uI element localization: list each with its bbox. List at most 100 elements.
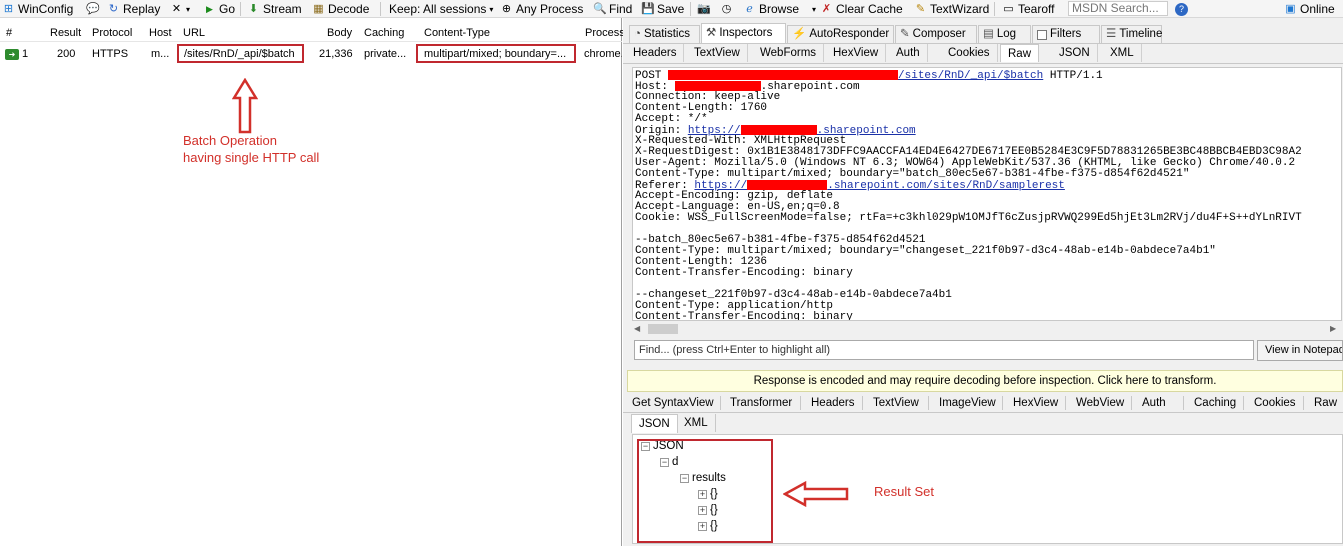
left-arrow-annotation	[783, 481, 849, 507]
result-set-annotation: Result Set	[874, 484, 934, 499]
online-status[interactable]: ▣ Online	[1284, 1, 1334, 17]
main-toolbar: ⊞ WinConfig 💬 ↻ Replay ✕ ▾ ▶ Go ⬇ Stream ▦ Dec…	[0, 0, 1343, 18]
up-arrow-annotation	[232, 78, 258, 134]
help-icon: ?	[1175, 2, 1188, 16]
binoculars-icon: 🔍	[593, 2, 607, 15]
tab-req-auth[interactable]: Auth	[889, 44, 928, 62]
replay-button[interactable]: ↻ Replay	[107, 1, 160, 17]
camera-icon: 📷	[697, 2, 711, 15]
decode-icon: ▦	[313, 2, 324, 15]
sessions-panel: # Result Protocol Host URL Body Caching …	[0, 18, 625, 546]
timeline-icon: ☰	[1106, 28, 1117, 40]
tab-resp-cookies[interactable]: Cookies	[1254, 396, 1296, 412]
raw-request-text[interactable]: POST /sites/RnD/_api/$batch HTTP/1.1 Hos…	[632, 67, 1342, 321]
tab-req-json[interactable]: JSON	[1052, 44, 1098, 62]
col-result[interactable]: Result	[50, 27, 81, 39]
tab-req-textview[interactable]: TextView	[687, 44, 748, 62]
col-host[interactable]: Host	[149, 27, 172, 39]
col-body[interactable]: Body	[327, 27, 352, 39]
composer-icon: ✎	[900, 28, 910, 40]
batch-annotation: Batch Operation having single HTTP call	[183, 133, 320, 165]
tab-log[interactable]: ▤ Log	[978, 25, 1031, 43]
tab-req-raw[interactable]: Raw	[1000, 44, 1040, 62]
find-button[interactable]: 🔍 Find	[593, 1, 632, 17]
chevron-down-icon: ▾	[812, 4, 817, 14]
clear-cache-button[interactable]: ✗ Clear Cache	[820, 1, 903, 17]
comment-button[interactable]: 💬	[86, 1, 100, 17]
tab-resp-caching[interactable]: Caching	[1194, 396, 1236, 412]
find-input[interactable]: Find... (press Ctrl+Enter to highlight a…	[634, 340, 1254, 360]
textwizard-icon: ✎	[915, 2, 926, 15]
raw-horizontal-scrollbar[interactable]: ◀ ▶	[632, 322, 1342, 336]
redacted-host	[740, 125, 817, 135]
tab-resp-json[interactable]: JSON	[631, 414, 678, 433]
tab-statistics[interactable]: ◔ Statistics	[629, 25, 700, 43]
tab-resp-imageview[interactable]: ImageView	[939, 396, 996, 412]
stream-icon: ⬇	[248, 2, 259, 15]
browse-button[interactable]: ℯ Browse ▾	[743, 1, 816, 17]
any-process-button[interactable]: ⊕ Any Process	[500, 1, 583, 17]
tab-resp-hexview[interactable]: HexView	[1013, 396, 1058, 412]
save-icon: 💾	[641, 2, 655, 15]
lightning-icon: ⚡	[792, 28, 807, 40]
url-highlight-box	[177, 44, 304, 63]
go-button[interactable]: ▶ Go	[203, 1, 235, 17]
view-in-notepad-button[interactable]: View in Notepad	[1257, 340, 1343, 361]
tab-req-webforms[interactable]: WebForms	[753, 44, 825, 62]
tab-composer[interactable]: ✎ Composer	[895, 25, 977, 43]
col-protocol[interactable]: Protocol	[92, 27, 132, 39]
decode-banner[interactable]: Response is encoded and may require deco…	[627, 370, 1343, 392]
tab-inspectors[interactable]: ⚒ Inspectors	[701, 23, 786, 43]
tab-resp-webview[interactable]: WebView	[1076, 396, 1124, 412]
tab-req-cookies[interactable]: Cookies	[941, 44, 998, 62]
winconfig-button[interactable]: ⊞ WinConfig	[2, 1, 73, 17]
tab-req-headers[interactable]: Headers	[626, 44, 685, 62]
tearoff-icon: ▭	[1003, 2, 1014, 15]
remove-button[interactable]: ✕ ▾	[170, 1, 190, 17]
timer-button[interactable]: ◷	[720, 1, 733, 17]
tab-resp-auth[interactable]: Auth	[1142, 396, 1166, 412]
tab-timeline[interactable]: ☰ Timeline	[1101, 25, 1162, 43]
sessions-header: # Result Protocol Host URL Body Caching …	[0, 24, 625, 42]
msdn-search-input[interactable]: MSDN Search...	[1068, 1, 1168, 16]
col-num[interactable]: #	[6, 27, 12, 39]
scroll-left-icon[interactable]: ◀	[634, 324, 640, 333]
tab-resp-raw[interactable]: Raw	[1314, 396, 1337, 412]
tab-resp-transformer[interactable]: Transformer	[730, 396, 792, 412]
tab-filters[interactable]: Filters	[1032, 25, 1100, 43]
decode-button[interactable]: ▦ Decode	[312, 1, 369, 17]
clear-cache-icon: ✗	[821, 2, 832, 15]
tearoff-button[interactable]: ▭ Tearoff	[1002, 1, 1054, 17]
scroll-thumb[interactable]	[648, 324, 678, 334]
inspector-icon: ⚒	[706, 27, 717, 39]
tab-resp-xml[interactable]: XML	[677, 414, 716, 432]
tab-resp-headers[interactable]: Headers	[811, 396, 854, 412]
play-icon: ▶	[206, 3, 213, 14]
crosshair-icon: ⊕	[501, 2, 512, 15]
tab-autoresponder[interactable]: ⚡ AutoResponder	[787, 25, 894, 43]
checkbox-icon	[1037, 29, 1047, 40]
redacted-host	[747, 180, 828, 190]
online-icon: ▣	[1285, 2, 1296, 15]
log-icon: ▤	[983, 28, 994, 40]
screenshot-button[interactable]: 📷	[697, 1, 711, 17]
help-button[interactable]: ?	[1175, 1, 1188, 17]
col-url[interactable]: URL	[183, 27, 205, 39]
col-process[interactable]: Process	[585, 27, 625, 39]
scroll-right-icon[interactable]: ▶	[1330, 324, 1336, 333]
col-caching[interactable]: Caching	[364, 27, 404, 39]
result-set-highlight-box	[637, 439, 773, 543]
textwizard-button[interactable]: ✎ TextWizard	[914, 1, 989, 17]
tab-req-hexview[interactable]: HexView	[826, 44, 887, 62]
tab-resp-syntaxview[interactable]: Get SyntaxView	[632, 396, 714, 412]
col-content-type[interactable]: Content-Type	[424, 27, 490, 39]
replay-icon: ↻	[108, 2, 119, 15]
chevron-down-icon: ▾	[186, 4, 191, 14]
keep-sessions-dropdown[interactable]: Keep: All sessions ▾	[389, 1, 493, 17]
tab-req-xml[interactable]: XML	[1103, 44, 1142, 62]
save-button[interactable]: 💾 Save	[641, 1, 684, 17]
windows-logo-icon: ⊞	[3, 2, 14, 15]
stream-button[interactable]: ⬇ Stream	[247, 1, 302, 17]
tab-resp-textview[interactable]: TextView	[873, 396, 919, 412]
content-type-highlight-box	[416, 44, 576, 63]
